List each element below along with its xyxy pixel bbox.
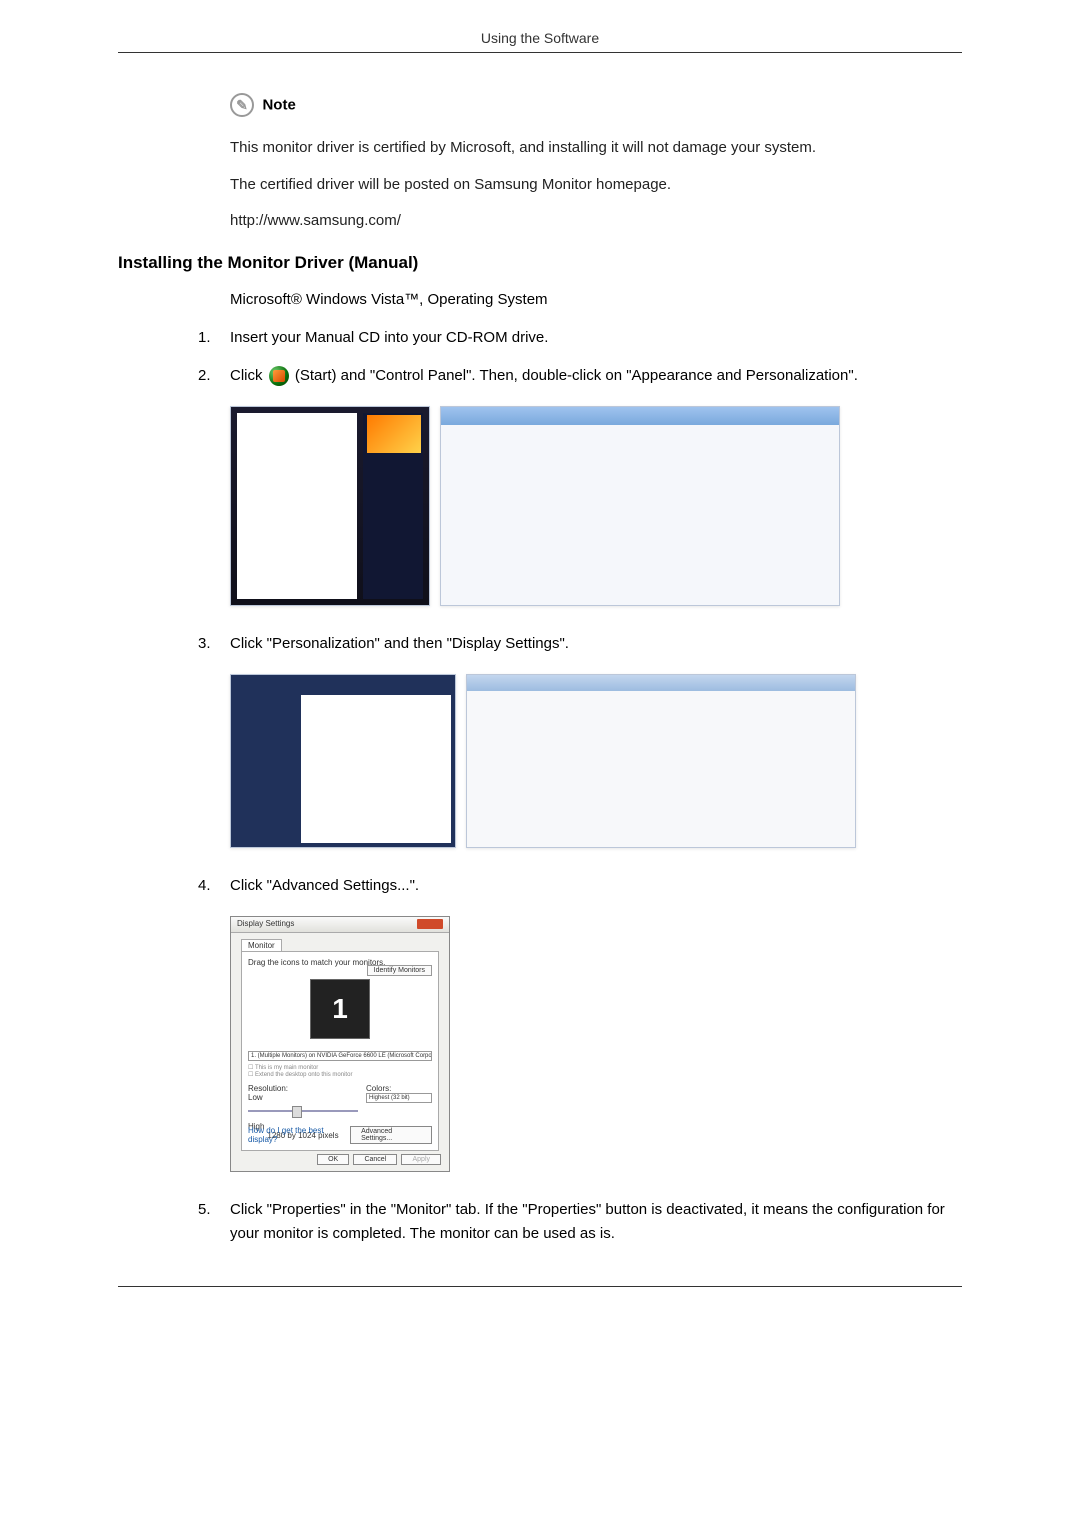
help-link[interactable]: How do I get the best display? [248, 1126, 348, 1144]
figure-row-1 [230, 406, 962, 606]
monitor-preview[interactable]: 1 [310, 979, 370, 1039]
steps-list: 1. Insert your Manual CD into your CD-RO… [198, 326, 962, 388]
step-2-num: 2. [198, 364, 230, 388]
step-4-num: 4. [198, 874, 230, 898]
start-orb-icon [269, 366, 289, 386]
step-2-prefix: Click [230, 367, 267, 384]
apply-button[interactable]: Apply [401, 1154, 441, 1165]
colors-label: Colors: [366, 1084, 432, 1093]
step-5: 5. Click "Properties" in the "Monitor" t… [198, 1198, 962, 1246]
ok-button[interactable]: OK [317, 1154, 349, 1165]
dialog-titlebar: Display Settings [231, 917, 449, 933]
note-block: ✎ Note [230, 93, 962, 117]
checkbox-extend-desktop[interactable]: ☐ Extend the desktop onto this monitor [248, 1071, 432, 1078]
note-icon: ✎ [230, 93, 254, 117]
display-settings-dialog: Display Settings Monitor Drag the icons … [230, 916, 450, 1172]
drag-text: Drag the icons to match your monitors. [248, 958, 385, 967]
divider-top [118, 52, 962, 53]
step-2: 2. Click (Start) and "Control Panel". Th… [198, 364, 962, 388]
page-header: Using the Software [118, 30, 962, 52]
note-url: http://www.samsung.com/ [230, 210, 962, 233]
checkbox-main-monitor[interactable]: ☐ This is my main monitor [248, 1064, 432, 1071]
step-1-num: 1. [198, 326, 230, 350]
step-3: 3. Click "Personalization" and then "Dis… [198, 632, 962, 656]
step-2-suffix: (Start) and "Control Panel". Then, doubl… [295, 367, 858, 384]
figure-personalization-right [466, 674, 856, 848]
step-4-text: Click "Advanced Settings...". [230, 874, 962, 898]
advanced-settings-button[interactable]: Advanced Settings... [350, 1126, 432, 1144]
step-3-text: Click "Personalization" and then "Displa… [230, 632, 962, 656]
steps-list-5: 5. Click "Properties" in the "Monitor" t… [198, 1198, 962, 1246]
slider-low: Low [248, 1093, 263, 1102]
figure-row-3: Display Settings Monitor Drag the icons … [230, 916, 962, 1172]
step-5-text: Click "Properties" in the "Monitor" tab.… [230, 1198, 962, 1246]
step-3-num: 3. [198, 632, 230, 656]
colors-dropdown[interactable]: Highest (32 bit) [366, 1093, 432, 1103]
figure-control-panel [440, 406, 840, 606]
section-title: Installing the Monitor Driver (Manual) [118, 253, 962, 273]
divider-bottom [118, 1286, 962, 1287]
steps-list-4: 4. Click "Advanced Settings...". [198, 874, 962, 898]
dialog-title: Display Settings [237, 919, 294, 930]
note-line-1: This monitor driver is certified by Micr… [230, 137, 962, 160]
step-4: 4. Click "Advanced Settings...". [198, 874, 962, 898]
resolution-slider[interactable] [248, 1110, 358, 1112]
cancel-button[interactable]: Cancel [353, 1154, 397, 1165]
resolution-label: Resolution: [248, 1084, 358, 1093]
note-label: Note [262, 97, 295, 114]
figure-row-2 [230, 674, 962, 848]
adapter-dropdown[interactable]: 1. (Multiple Monitors) on NVIDIA GeForce… [248, 1051, 432, 1061]
step-5-num: 5. [198, 1198, 230, 1246]
figure-start-menu [230, 406, 430, 606]
close-icon[interactable] [417, 919, 443, 929]
step-1: 1. Insert your Manual CD into your CD-RO… [198, 326, 962, 350]
step-1-text: Insert your Manual CD into your CD-ROM d… [230, 326, 962, 350]
steps-list-3: 3. Click "Personalization" and then "Dis… [198, 632, 962, 656]
note-line-2: The certified driver will be posted on S… [230, 174, 962, 197]
step-2-text: Click (Start) and "Control Panel". Then,… [230, 364, 962, 388]
figure-personalization-left [230, 674, 456, 848]
os-line: Microsoft® Windows Vista™, Operating Sys… [230, 291, 962, 308]
